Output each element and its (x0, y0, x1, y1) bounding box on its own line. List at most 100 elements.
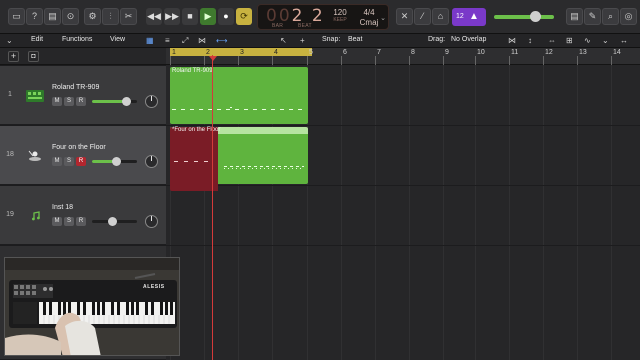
pointer-tool-icon[interactable]: ↖ (280, 36, 287, 45)
record-enable-button[interactable]: R (76, 157, 86, 166)
chevron-down-icon[interactable]: ⌄ (6, 36, 13, 45)
bar-gridline (509, 65, 510, 360)
drag-dropdown[interactable]: No Overlap (451, 36, 486, 43)
replace-icon[interactable]: ⁄ (414, 8, 431, 25)
waveform-icon[interactable]: ∿ (584, 36, 591, 45)
bar-number: 10 (477, 49, 485, 56)
play-button[interactable]: ▶ (200, 8, 216, 25)
browser-icon[interactable]: ⌕ (602, 8, 619, 25)
midi-note (184, 161, 188, 162)
tracks-toolbar: ⌄ Edit Functions View ▦ ≡ ⤢ ⋈ ⟷ ↖ + Snap… (0, 34, 640, 48)
mute-button[interactable]: M (52, 217, 62, 226)
midi-note (204, 161, 208, 162)
solo-button[interactable]: S (64, 217, 74, 226)
quick-help-icon[interactable]: ⊙ (62, 8, 79, 25)
stop-button[interactable]: ■ (182, 8, 198, 25)
midi-note (235, 109, 239, 110)
lcd-display[interactable]: 002 2 BAR BEAT 120 KEEP 4/4 Cmaj ⌄ (257, 4, 389, 30)
bar-number: 13 (579, 49, 587, 56)
track-header-options-icon[interactable]: ◘ (28, 51, 39, 62)
track-row[interactable]: 19 Inst 18 M S R (0, 186, 166, 245)
add-track-icon[interactable]: + (8, 51, 19, 62)
toolbar-icon[interactable]: ▤ (44, 8, 61, 25)
drummer-region[interactable]: *Four on the Floor (170, 127, 308, 191)
volume-slider[interactable] (92, 217, 137, 226)
view-menu[interactable]: View (110, 36, 125, 43)
arrange-area[interactable]: Roland TR-909 *Four on the Floor (166, 65, 640, 360)
solo-icon[interactable]: ⌂ (432, 8, 449, 25)
region-name: *Four on the Floor (172, 127, 221, 133)
loop-browser-icon[interactable]: ◎ (620, 8, 637, 25)
volume-knob[interactable] (122, 97, 131, 106)
chevron-down-icon[interactable]: ⌄ (380, 14, 386, 22)
editors-icon[interactable]: ✂ (120, 8, 137, 25)
volume-knob[interactable] (112, 157, 121, 166)
rewind-button[interactable]: ◀◀ (146, 8, 162, 25)
functions-menu[interactable]: Functions (62, 36, 92, 43)
bar-gridline (475, 65, 476, 360)
solo-button[interactable]: S (64, 157, 74, 166)
grid-view-icon[interactable]: ▦ (146, 36, 154, 45)
playhead[interactable] (212, 55, 213, 360)
mute-button[interactable]: M (52, 157, 62, 166)
list-view-icon[interactable]: ≡ (165, 36, 170, 45)
library-icon[interactable]: ▭ (8, 8, 25, 25)
midi-note (271, 109, 275, 110)
fast-forward-button[interactable]: ▶▶ (164, 8, 180, 25)
mute-button[interactable]: M (52, 97, 62, 106)
tuner-icon[interactable]: ✕ (396, 8, 413, 25)
pan-knob[interactable] (145, 215, 158, 228)
master-volume-slider[interactable] (494, 15, 554, 19)
ruler[interactable]: 1 2 3 4 5 6 7 8 9 10 11 12 13 14 (166, 48, 640, 65)
volume-knob[interactable] (108, 217, 117, 226)
zoom-in-icon[interactable]: ⊞ (566, 36, 573, 45)
expand-icon[interactable]: ↔ (620, 36, 628, 45)
bar-number: 7 (377, 49, 381, 56)
record-enable-button[interactable]: R (76, 217, 86, 226)
smart-controls-icon[interactable]: ⚙ (84, 8, 101, 25)
track-row[interactable]: 1 Roland TR-909 M S R (0, 66, 166, 125)
help-icon[interactable]: ? (26, 8, 43, 25)
ruler-tick (238, 56, 239, 65)
vertical-zoom-icon[interactable]: ↕ (528, 36, 532, 45)
midi-note (244, 109, 248, 110)
catch-icon[interactable]: ⟷ (216, 36, 227, 45)
flex-icon[interactable]: ⋈ (198, 36, 206, 45)
snap-dropdown[interactable]: Beat (348, 36, 362, 43)
waveform-zoom-icon[interactable]: ⋈ (508, 36, 516, 45)
volume-slider[interactable] (92, 97, 137, 106)
ruler-tick (307, 56, 308, 65)
record-button[interactable]: ● (218, 8, 234, 25)
pan-knob[interactable] (145, 95, 158, 108)
playhead-handle[interactable] (209, 56, 217, 61)
record-enable-button[interactable]: R (76, 97, 86, 106)
midi-region[interactable]: Roland TR-909 (170, 67, 308, 124)
track-number: 1 (8, 91, 12, 98)
track-name[interactable]: Roland TR-909 (52, 84, 99, 91)
solo-button[interactable]: S (64, 97, 74, 106)
ruler-tick (509, 56, 510, 65)
pencil-tool-icon[interactable]: + (300, 36, 305, 45)
master-volume-knob[interactable] (530, 11, 541, 22)
notepad-icon[interactable]: ✎ (584, 8, 601, 25)
midi-note (174, 161, 178, 162)
edit-menu[interactable]: Edit (31, 36, 43, 43)
track-row[interactable]: 18 Four on the Floor M S R (0, 126, 166, 185)
automation-icon[interactable]: ⤢ (182, 36, 188, 46)
list-editors-icon[interactable]: ▤ (566, 8, 583, 25)
metronome-icon[interactable]: ▲ (464, 8, 484, 26)
snap-label: Snap: (322, 36, 341, 43)
pan-knob[interactable] (145, 155, 158, 168)
collapse-icon[interactable]: ⌄ (602, 36, 609, 45)
midi-note (298, 109, 302, 110)
volume-slider[interactable] (92, 157, 137, 166)
brand-label: ALESIS (143, 284, 165, 290)
cycle-button[interactable]: ⟳ (236, 8, 252, 25)
track-name[interactable]: Inst 18 (52, 204, 73, 211)
bar-number: 5 (309, 49, 313, 56)
track-name[interactable]: Four on the Floor (52, 144, 106, 151)
mixer-icon[interactable]: ⫶ (102, 8, 119, 25)
horizontal-zoom-icon[interactable]: ⇔ (548, 36, 556, 45)
bar-gridline (443, 65, 444, 360)
lane-divider (166, 185, 640, 186)
